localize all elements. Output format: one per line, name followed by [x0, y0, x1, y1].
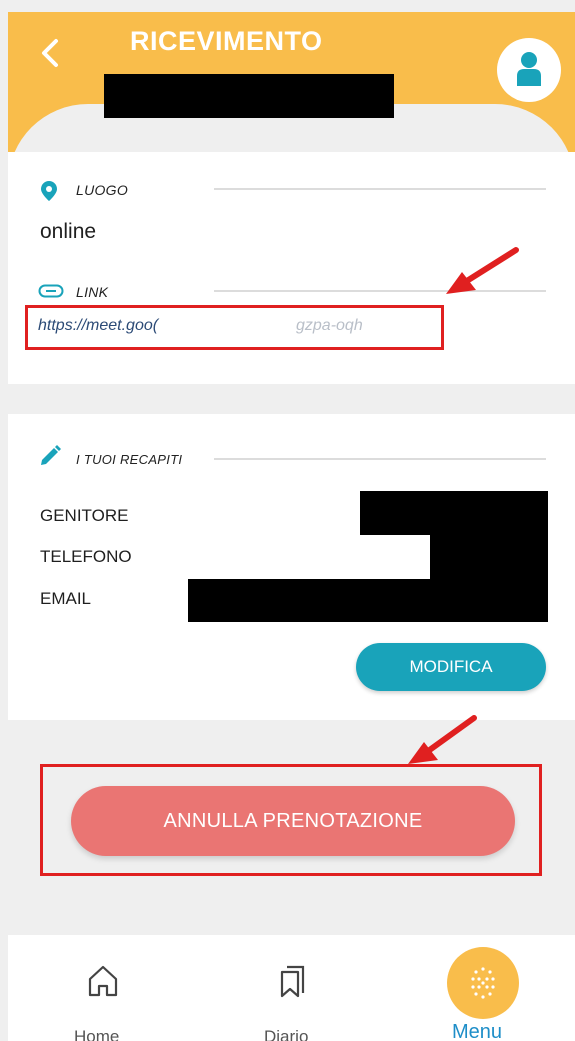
- pencil-icon: [41, 445, 61, 465]
- user-icon: [517, 52, 541, 86]
- nav-label-diario: Diario: [264, 1027, 309, 1041]
- redacted-value: [360, 491, 548, 535]
- cancel-booking-button[interactable]: ANNULLA PRENOTAZIONE: [71, 786, 515, 856]
- link-highlight-box: [25, 305, 444, 350]
- luogo-divider: [214, 188, 546, 190]
- redacted-subtitle: [104, 74, 394, 118]
- profile-button[interactable]: [497, 38, 561, 102]
- page-title: RICEVIMENTO: [130, 26, 323, 56]
- modify-button[interactable]: MODIFICA: [356, 643, 546, 691]
- back-button[interactable]: [36, 38, 66, 68]
- redacted-value: [430, 535, 548, 579]
- bottom-nav: Home Diario Menu: [8, 935, 575, 1041]
- contact-row-label: GENITORE: [40, 506, 129, 525]
- arrow-annotation-icon: [446, 247, 519, 294]
- contact-row-label: TELEFONO: [40, 547, 132, 566]
- contacts-label: I TUOI RECAPITI: [76, 452, 183, 467]
- bookmarks-icon: [280, 965, 305, 998]
- redacted-value: [188, 579, 548, 622]
- contact-row-label: EMAIL: [40, 589, 92, 608]
- chevron-left-icon: [42, 39, 58, 67]
- grid-dots-icon: [471, 967, 495, 999]
- contacts-card: I TUOI RECAPITI GENITORE TELEFONO EMAIL …: [8, 414, 575, 720]
- location-pin-icon: [41, 181, 57, 201]
- nav-item-menu[interactable]: [447, 947, 519, 1019]
- luogo-label: LUOGO: [76, 182, 129, 198]
- arrow-annotation-icon: [408, 715, 477, 764]
- header-bar: RICEVIMENTO: [8, 12, 575, 152]
- link-icon: [38, 284, 64, 298]
- nav-label-home: Home: [74, 1027, 120, 1041]
- nav-item-home[interactable]: Home: [68, 955, 138, 1041]
- contacts-divider: [214, 458, 546, 460]
- nav-label-menu: Menu: [452, 1021, 503, 1041]
- home-icon: [88, 965, 118, 997]
- nav-item-diario[interactable]: Diario: [258, 955, 328, 1041]
- luogo-value: online: [40, 220, 97, 243]
- link-label: LINK: [76, 284, 109, 300]
- screen: RICEVIMENTO LUOGO online LINK https://me…: [0, 0, 575, 1041]
